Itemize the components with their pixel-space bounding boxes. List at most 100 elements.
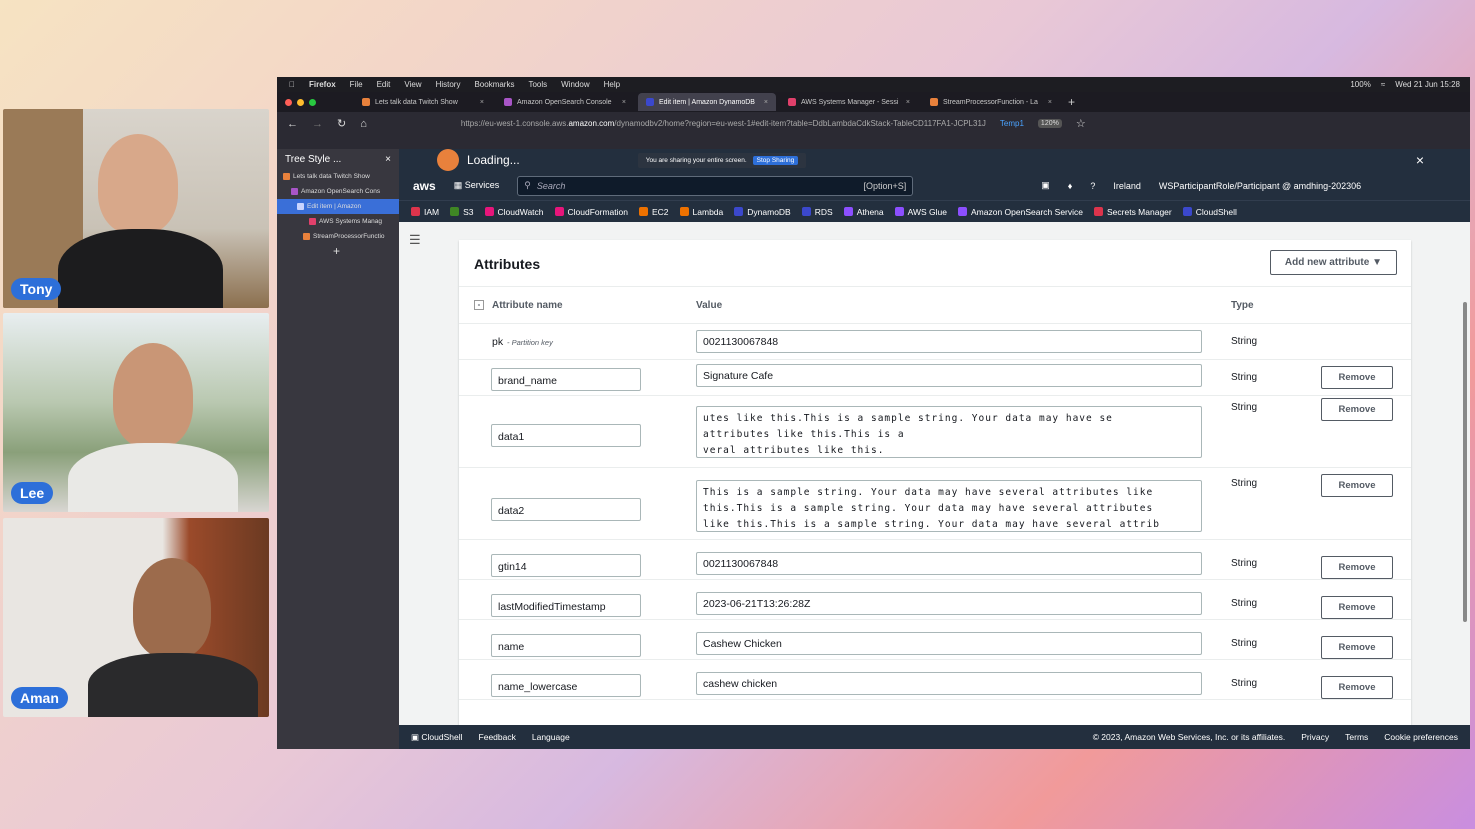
close-icon[interactable]: × xyxy=(480,99,484,106)
remove-button[interactable]: Remove xyxy=(1321,556,1393,579)
minimize-window-button[interactable] xyxy=(297,98,304,106)
close-icon[interactable]: × xyxy=(906,99,910,106)
region-selector[interactable]: Ireland xyxy=(1113,181,1141,191)
favorite-lambda[interactable]: Lambda xyxy=(679,207,723,217)
collapse-icon[interactable]: - xyxy=(474,300,484,310)
menu-firefox[interactable]: Firefox xyxy=(309,80,336,89)
tree-item[interactable]: StreamProcessorFunctio xyxy=(277,229,399,244)
sidebar-title[interactable]: Tree Style ... xyxy=(285,154,341,165)
search-input[interactable]: ⚲ Search [Option+S] xyxy=(517,175,914,196)
footer-cookies[interactable]: Cookie preferences xyxy=(1384,732,1458,742)
favorite-opensearch[interactable]: Amazon OpenSearch Service xyxy=(958,207,1083,217)
wifi-icon[interactable]: ≈ xyxy=(1381,80,1385,89)
attribute-value-textarea[interactable]: This is a sample string. Your data may h… xyxy=(696,480,1202,532)
favorite-glue[interactable]: AWS Glue xyxy=(894,207,947,217)
attribute-name-input[interactable]: data2 xyxy=(491,498,641,521)
cloudshell-icon[interactable]: ▣ xyxy=(1041,180,1050,191)
footer-cloudshell[interactable]: ▣ CloudShell xyxy=(411,732,463,743)
favorite-secrets-manager[interactable]: Secrets Manager xyxy=(1094,207,1172,217)
favorite-cloudformation[interactable]: CloudFormation xyxy=(554,207,628,217)
favorite-rds[interactable]: RDS xyxy=(801,207,833,217)
menu-file[interactable]: File xyxy=(350,80,363,89)
bell-icon[interactable]: ♦ xyxy=(1068,181,1073,191)
remove-button[interactable]: Remove xyxy=(1321,474,1393,497)
remove-button[interactable]: Remove xyxy=(1321,676,1393,699)
attribute-name-input[interactable]: lastModifiedTimestamp xyxy=(491,594,641,617)
attribute-value-input[interactable]: cashew chicken xyxy=(696,672,1202,695)
menu-window[interactable]: Window xyxy=(561,80,589,89)
maximize-window-button[interactable] xyxy=(309,98,316,106)
close-icon[interactable]: × xyxy=(1416,152,1424,168)
favorite-dynamodb[interactable]: DynamoDB xyxy=(734,207,791,217)
menu-icon[interactable]: ☰ xyxy=(409,232,421,248)
scrollbar[interactable] xyxy=(1463,302,1467,622)
aws-logo[interactable]: aws xyxy=(413,179,436,193)
battery-level: 100% xyxy=(1350,80,1371,89)
menu-tools[interactable]: Tools xyxy=(528,80,547,89)
close-window-button[interactable] xyxy=(285,98,292,106)
zoom-level[interactable]: 120% xyxy=(1037,119,1062,128)
value-line: this.This is a sample string. Your data … xyxy=(703,503,1154,514)
favorite-s3[interactable]: S3 xyxy=(450,207,474,217)
tab[interactable]: Lets talk data Twitch Show × xyxy=(354,93,492,111)
add-new-attribute-button[interactable]: Add new attribute ▼ xyxy=(1269,250,1397,275)
menu-edit[interactable]: Edit xyxy=(377,80,391,89)
attribute-name-input[interactable]: name_lowercase xyxy=(491,674,641,697)
new-tab-icon[interactable]: + xyxy=(1068,95,1075,109)
remove-button[interactable]: Remove xyxy=(1321,636,1393,659)
tree-item[interactable]: Lets talk data Twitch Show xyxy=(277,169,399,184)
pk-value-input[interactable]: 0021130067848 xyxy=(696,330,1202,353)
forward-icon[interactable]: → xyxy=(312,118,323,130)
attribute-name-input[interactable]: data1 xyxy=(491,424,641,447)
attribute-value-input[interactable]: 2023-06-21T13:26:28Z xyxy=(696,592,1202,615)
home-icon[interactable]: ⌂ xyxy=(360,118,367,130)
remove-button[interactable]: Remove xyxy=(1321,596,1393,619)
tab[interactable]: StreamProcessorFunction - La × xyxy=(922,93,1060,111)
account-menu[interactable]: WSParticipantRole/Participant @ amdhing-… xyxy=(1159,181,1361,191)
attribute-name-input[interactable]: name xyxy=(491,634,641,657)
attribute-value-input[interactable]: 0021130067848 xyxy=(696,552,1202,575)
menu-bookmarks[interactable]: Bookmarks xyxy=(474,80,514,89)
footer-language[interactable]: Language xyxy=(532,732,570,742)
help-icon[interactable]: ? xyxy=(1090,181,1095,191)
menu-history[interactable]: History xyxy=(436,80,461,89)
close-icon[interactable]: × xyxy=(622,99,626,106)
tree-item-selected[interactable]: Edit item | Amazon xyxy=(277,199,399,214)
footer-terms[interactable]: Terms xyxy=(1345,732,1368,742)
favorite-cloudshell[interactable]: CloudShell xyxy=(1182,207,1237,217)
close-icon[interactable]: × xyxy=(385,154,391,165)
back-icon[interactable]: ← xyxy=(287,118,298,130)
footer-feedback[interactable]: Feedback xyxy=(479,732,516,742)
apple-icon[interactable]:  xyxy=(289,80,295,89)
menu-help[interactable]: Help xyxy=(604,80,620,89)
footer-privacy[interactable]: Privacy xyxy=(1301,732,1329,742)
loading-bar: Loading... You are sharing your entire s… xyxy=(399,149,1470,171)
favorite-cloudwatch[interactable]: CloudWatch xyxy=(484,207,544,217)
remove-button[interactable]: Remove xyxy=(1321,398,1393,421)
attribute-value-input[interactable]: Cashew Chicken xyxy=(696,632,1202,655)
attribute-name-input[interactable]: gtin14 xyxy=(491,554,641,577)
star-icon[interactable]: ☆ xyxy=(1076,117,1086,130)
address-bar[interactable]: https://eu-west-1.console.aws.amazon.com… xyxy=(461,119,986,128)
new-tab-button[interactable]: + xyxy=(277,244,399,258)
favorite-athena[interactable]: Athena xyxy=(843,207,884,217)
favorite-iam[interactable]: IAM xyxy=(411,207,439,217)
tab[interactable]: Amazon OpenSearch Console × xyxy=(496,93,634,111)
tree-item[interactable]: Amazon OpenSearch Cons xyxy=(277,184,399,199)
close-icon[interactable]: × xyxy=(764,99,768,106)
remove-button[interactable]: Remove xyxy=(1321,366,1393,389)
stop-sharing-button[interactable]: Stop Sharing xyxy=(752,155,799,165)
attribute-value-textarea[interactable]: utes like this.This is a sample string. … xyxy=(696,406,1202,458)
tab[interactable]: AWS Systems Manager - Sessi × xyxy=(780,93,918,111)
services-menu[interactable]: ▦ Services xyxy=(454,180,500,191)
tree-item[interactable]: AWS Systems Manag xyxy=(277,214,399,229)
reload-icon[interactable]: ↻ xyxy=(337,117,346,130)
attribute-name-input[interactable]: brand_name xyxy=(491,368,641,391)
clock[interactable]: Wed 21 Jun 15:28 xyxy=(1395,80,1460,89)
tree-item-label: Amazon OpenSearch Cons xyxy=(301,188,381,195)
close-icon[interactable]: × xyxy=(1048,99,1052,106)
favorite-ec2[interactable]: EC2 xyxy=(639,207,669,217)
tab-active[interactable]: Edit item | Amazon DynamoDB × xyxy=(638,93,776,111)
attribute-value-input[interactable]: Signature Cafe xyxy=(696,364,1202,387)
menu-view[interactable]: View xyxy=(404,80,421,89)
